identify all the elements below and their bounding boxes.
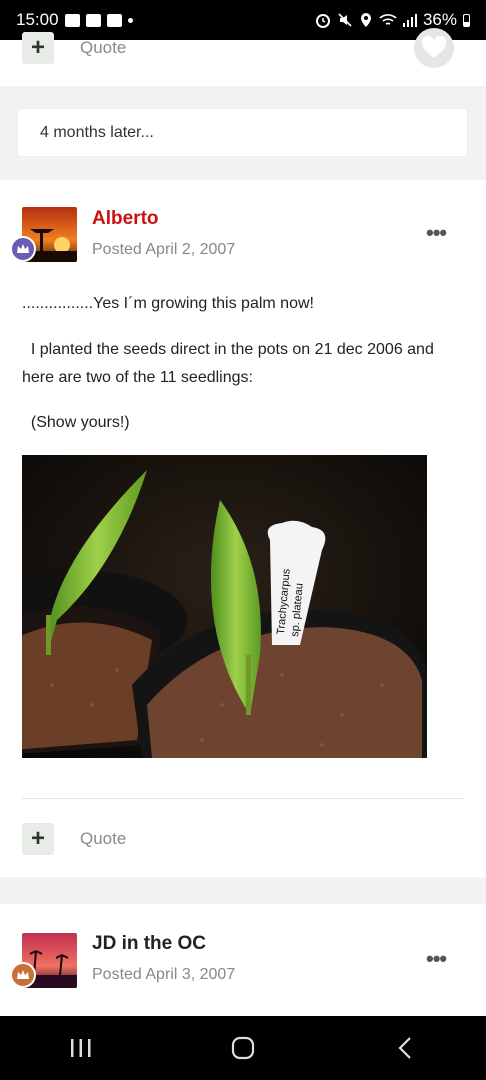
post-line: I planted the seeds direct in the pots o… (22, 341, 434, 358)
back-icon[interactable] (375, 1028, 435, 1068)
crown-badge-icon (10, 236, 36, 262)
post-date[interactable]: Posted April 3, 2007 (92, 966, 235, 984)
post-date[interactable]: Posted April 2, 2007 (92, 241, 235, 259)
location-icon (360, 13, 371, 27)
plus-icon[interactable]: + (22, 32, 54, 64)
quote-button[interactable]: Quote (80, 38, 126, 58)
battery-percent: 36% (422, 10, 457, 29)
more-options-icon[interactable]: ••• (426, 946, 447, 972)
signal-icon (402, 14, 417, 27)
author-name[interactable]: Alberto (92, 208, 159, 230)
battery-icon (463, 13, 470, 27)
note-text: 4 months later... (40, 123, 154, 141)
author-name[interactable]: JD in the OC (92, 933, 206, 955)
plus-icon[interactable]: + (22, 823, 54, 855)
seedlings-photo[interactable]: Trachycarpus sp. plateau (0, 455, 427, 758)
navigation-bar (0, 1016, 486, 1080)
post-jd-in-the-oc: JD in the OC Posted April 3, 2007 ••• (0, 904, 486, 1016)
app-notification-icon (85, 13, 101, 27)
more-options-icon[interactable]: ••• (426, 220, 447, 246)
post-line: (Show yours!) (22, 414, 130, 431)
divider (22, 798, 464, 799)
recent-apps-icon[interactable] (51, 1028, 111, 1068)
status-time: 15:00 (16, 10, 59, 29)
wifi-icon (379, 14, 397, 25)
previous-post-footer: + Quote (0, 28, 486, 86)
post-line: ................Yes I´m growing this pal… (22, 295, 314, 312)
quote-row: + Quote (22, 32, 126, 64)
post-line: here are two of the 11 seedlings: (22, 369, 253, 386)
gallery-notification-icon (106, 13, 122, 27)
crown-badge-icon (10, 962, 36, 988)
quote-button[interactable]: Quote (80, 829, 126, 849)
note-box: 4 months later... (18, 109, 467, 156)
home-icon[interactable] (213, 1028, 273, 1068)
heart-icon[interactable] (414, 28, 454, 68)
youtube-notification-icon (64, 13, 80, 27)
quote-row: + Quote (22, 823, 126, 855)
more-notifications-dot (127, 17, 133, 23)
alarm-icon (315, 14, 330, 28)
mute-icon (338, 13, 352, 27)
